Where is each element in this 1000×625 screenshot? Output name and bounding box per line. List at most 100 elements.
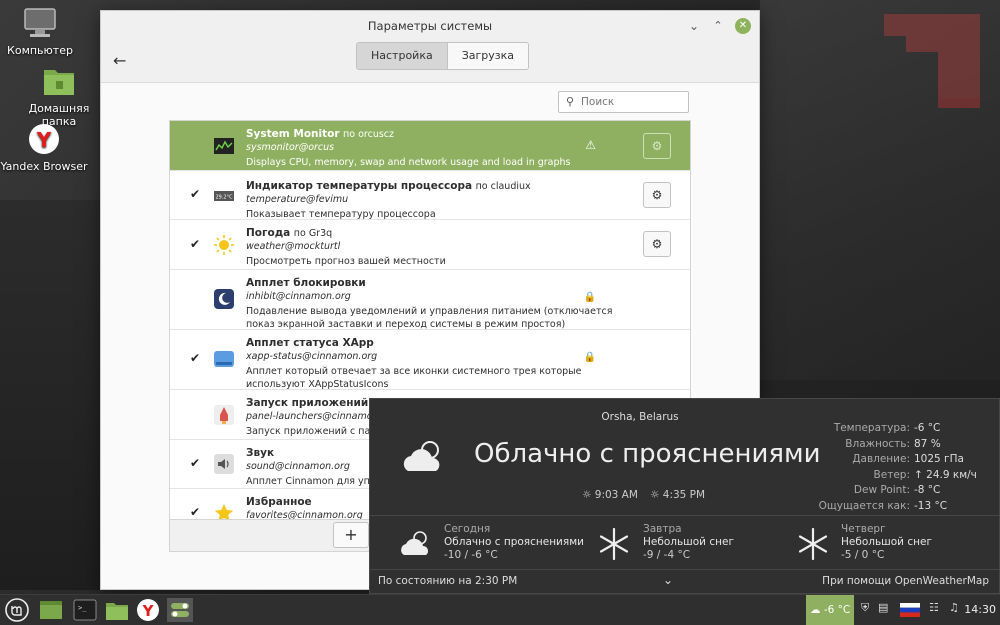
tab-settings[interactable]: Настройка <box>357 43 448 69</box>
forecast-thursday: Четверг Небольшой снег -5 / 0 °C <box>841 523 932 562</box>
desktop-icon-yandex[interactable]: Y Yandex Browser <box>0 122 92 173</box>
lock-icon: 🔒 <box>583 352 596 363</box>
minimize-button[interactable]: ⌄ <box>687 19 701 33</box>
file-manager-icon[interactable] <box>38 598 64 622</box>
sunrise-icon: ☼ <box>582 489 592 501</box>
detail-value: -6 °C <box>914 422 941 434</box>
weather-applet[interactable]: ☁ -6 °C <box>806 595 854 625</box>
forecast-condition: Небольшой снег <box>841 536 932 548</box>
weather-condition: Облачно с прояснениями <box>474 439 821 469</box>
sun-icon <box>214 235 234 255</box>
configure-button[interactable]: ⚙ <box>643 182 671 208</box>
close-button[interactable]: ✕ <box>735 18 751 34</box>
check-icon: ✔ <box>190 187 201 201</box>
detail-value: 87 % <box>914 437 941 450</box>
desktop-icon-label: Yandex Browser <box>0 160 88 173</box>
check-icon: ✔ <box>190 456 201 470</box>
forecast-temp: -9 / -4 °C <box>643 549 691 561</box>
settings-toggle-icon[interactable] <box>167 598 193 622</box>
forecast-today: Сегодня Облачно с прояснениями -10 / -6 … <box>444 523 584 562</box>
cloud-icon: ☁ <box>810 604 821 616</box>
applet-row-xapp-status[interactable]: ✔ Апплет статуса XApp xapp-status@cinnam… <box>170 330 690 390</box>
search-input[interactable] <box>581 94 685 110</box>
chevron-down-icon[interactable]: ⌄ <box>663 573 673 587</box>
desktop-icon-label: Компьютер <box>7 44 73 57</box>
moon-icon <box>214 289 234 309</box>
detail-value: ↑ 24.9 км/ч <box>914 468 977 481</box>
applet-description: Просмотреть прогноз вашей местности <box>246 256 446 267</box>
weather-details: Температура: -6 °C Влажность: 87 % Давлени… <box>800 421 977 514</box>
snowflake-icon <box>599 527 629 561</box>
yandex-browser-icon[interactable]: Y <box>135 598 161 622</box>
folder-icon[interactable] <box>104 598 130 622</box>
snowflake-icon <box>798 527 828 561</box>
terminal-icon[interactable]: >_ <box>72 598 98 622</box>
applet-row-temperature[interactable]: ✔ 29.2°C Индикатор температуры процессор… <box>170 171 690 220</box>
tab-download[interactable]: Загрузка <box>447 43 529 69</box>
weather-footer: По состоянию на 2:30 PM ⌄ При помощи Ope… <box>370 569 999 594</box>
detail-label: Ощущается как: <box>818 499 910 512</box>
desktop-icon-home[interactable]: Домашняя папка <box>11 64 107 128</box>
folder-icon <box>44 70 74 95</box>
applet-uuid: sysmonitor@orcus <box>246 142 335 153</box>
weather-popup: Orsha, Belarus Облачно с прояснениями ☼ … <box>369 398 1000 594</box>
applet-name: Индикатор температуры процессора <box>246 180 473 192</box>
applet-uuid: temperature@fevimu <box>246 194 349 205</box>
detail-label: Влажность: <box>845 437 910 450</box>
forecast-condition: Облачно с прояснениями <box>444 536 584 548</box>
window-title: Параметры системы <box>367 19 493 33</box>
applet-author: по orcuscz <box>343 129 395 140</box>
notifications-icon[interactable]: ▤ <box>878 601 888 614</box>
weather-provider-link[interactable]: При помощи OpenWeatherMap <box>822 575 989 587</box>
network-icon[interactable]: ☷ <box>929 601 939 614</box>
applet-row-weather[interactable]: ✔ Погода по Gr3q weather@mockturtl Просм… <box>170 220 690 270</box>
desktop-icon-computer[interactable]: Компьютер <box>0 6 88 57</box>
lock-icon: 🔒 <box>583 292 596 303</box>
shield-icon[interactable]: ⛨ <box>861 601 869 615</box>
taskbar: >_ Y ☁ -6 °C ⛨ ▤ ☷ ♫ 14:30 <box>0 594 1000 625</box>
forecast-day: Завтра <box>643 523 682 535</box>
applet-name: Апплет блокировки <box>246 277 366 289</box>
keyboard-layout-flag-icon[interactable] <box>900 603 920 617</box>
search-box[interactable]: ⚲ <box>558 91 689 113</box>
detail-label: Ветер: <box>873 468 910 481</box>
search-icon: ⚲ <box>566 95 575 108</box>
sound-icon[interactable]: ♫ <box>949 601 959 614</box>
add-applet-button[interactable]: + <box>333 522 369 548</box>
window-titlebar[interactable]: Параметры системы ⌄ ⌃ ✕ <box>101 11 759 41</box>
detail-label: Температура: <box>833 422 910 434</box>
cloud-sun-icon <box>401 531 428 555</box>
sunset: ☼ 4:35 PM <box>650 489 705 501</box>
star-icon <box>214 504 234 519</box>
applet-row-inhibit[interactable]: Апплет блокировки inhibit@cinnamon.org П… <box>170 270 690 330</box>
sunrise: ☼ 9:03 AM <box>582 489 638 501</box>
applet-uuid: inhibit@cinnamon.org <box>246 291 351 302</box>
maximize-button[interactable]: ⌃ <box>711 19 725 33</box>
forecast-tomorrow: Завтра Небольшой снег -9 / -4 °C <box>643 523 734 562</box>
detail-label: Давление: <box>852 453 910 465</box>
applet-uuid: xapp-status@cinnamon.org <box>246 351 378 362</box>
forecast-day: Четверг <box>841 523 886 535</box>
configure-button[interactable]: ⚙ <box>643 133 671 159</box>
configure-button[interactable]: ⚙ <box>643 231 671 257</box>
tab-bar: Настройка Загрузка <box>356 42 530 70</box>
applet-name: Звук <box>246 447 275 459</box>
applet-uuid: weather@mockturtl <box>246 241 341 252</box>
applet-name: Погода <box>246 227 291 239</box>
check-icon: ✔ <box>190 351 201 365</box>
back-arrow-icon[interactable]: ← <box>113 51 126 70</box>
divider <box>370 515 999 516</box>
weather-status: По состоянию на 2:30 PM <box>378 575 518 587</box>
xapp-status-icon <box>214 351 234 367</box>
window-toolbar: ← Настройка Загрузка <box>101 41 759 83</box>
applet-name: Избранное <box>246 496 312 508</box>
wallpaper-logo <box>884 14 980 108</box>
system-monitor-icon <box>214 138 234 154</box>
clock[interactable]: 14:30 <box>964 603 996 616</box>
svg-text:Y: Y <box>36 128 52 152</box>
detail-value: 1025 гПа <box>914 453 964 465</box>
temperature-icon-text: 29.2°C <box>215 195 233 201</box>
wallpaper-shape <box>0 200 100 590</box>
applet-row-system-monitor[interactable]: System Monitor по orcuscz sysmonitor@orc… <box>170 121 690 171</box>
mint-menu-icon[interactable] <box>4 598 30 622</box>
